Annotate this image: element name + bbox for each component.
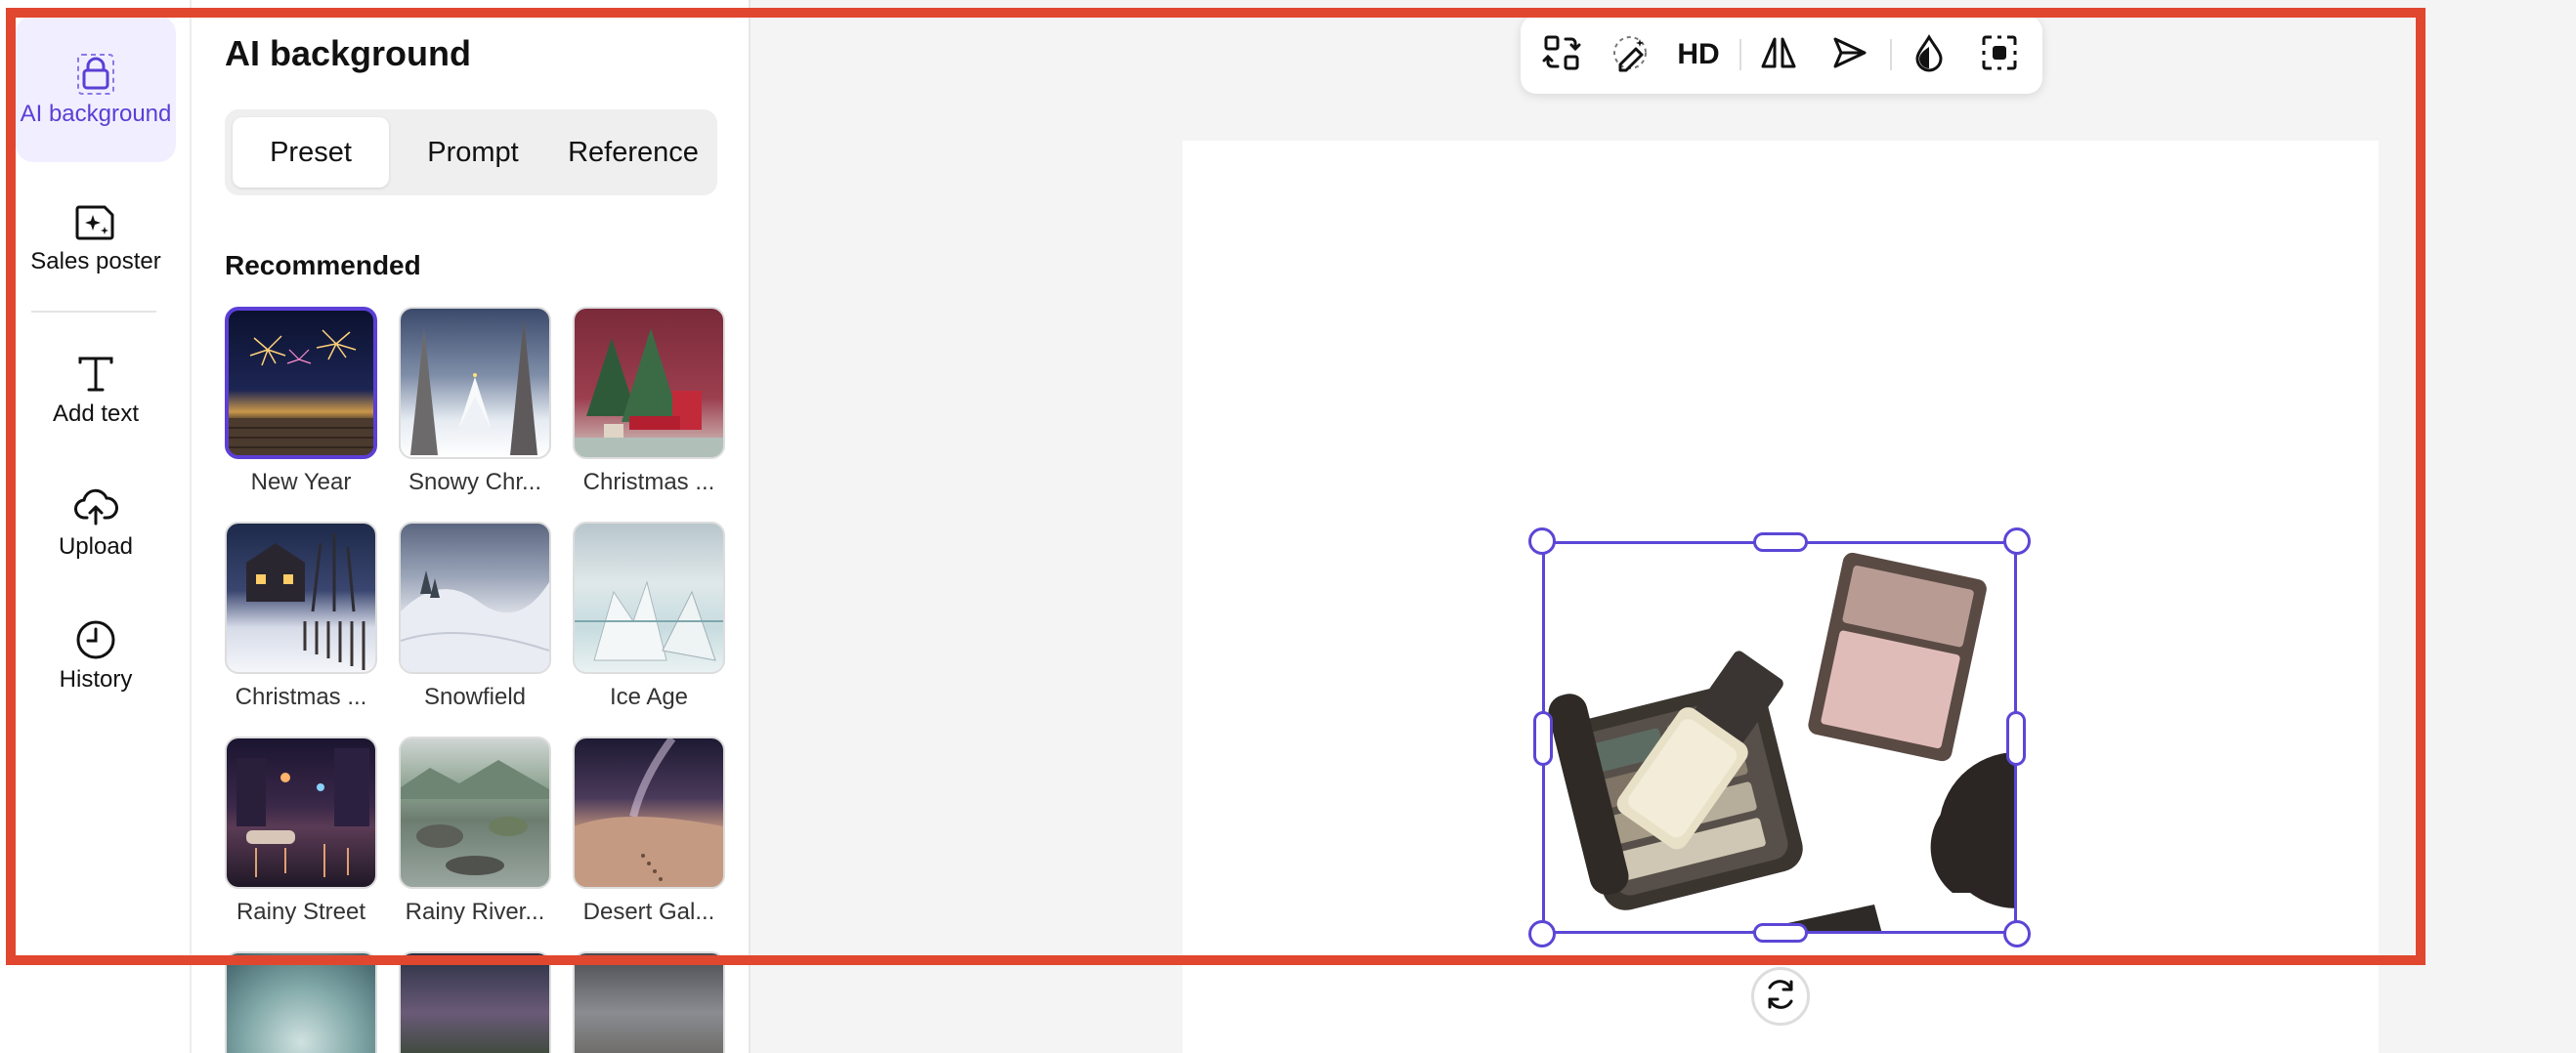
- swap-icon: [1542, 33, 1581, 77]
- send-button[interactable]: [1825, 31, 1872, 78]
- rail-item-label: Sales poster: [30, 248, 161, 274]
- mode-tabs: Preset Prompt Reference: [225, 109, 717, 195]
- rail-item-upload[interactable]: Upload: [16, 471, 176, 572]
- preset-thumbnail: [225, 737, 377, 889]
- toolbar-divider: [1890, 39, 1892, 70]
- flip-button[interactable]: [1755, 31, 1802, 78]
- resize-handle-top[interactable]: [1753, 532, 1808, 552]
- rotate-button[interactable]: [1751, 967, 1810, 1026]
- tab-prompt[interactable]: Prompt: [395, 117, 551, 188]
- preset-thumbnail: [573, 737, 725, 889]
- resize-handle-bottom-left[interactable]: [1528, 920, 1556, 948]
- resize-handle-top-left[interactable]: [1528, 527, 1556, 555]
- preset-christmas-1[interactable]: Christmas ...: [573, 307, 725, 496]
- magic-eraser-icon: [1610, 33, 1650, 77]
- rail-item-history[interactable]: History: [16, 604, 176, 705]
- tab-reference[interactable]: Reference: [553, 117, 713, 188]
- tab-preset[interactable]: Preset: [233, 117, 389, 188]
- rail-item-sales-poster[interactable]: Sales poster: [16, 186, 176, 287]
- shopping-bag-icon: [70, 49, 121, 100]
- rail-item-label: Add text: [52, 400, 140, 427]
- preset-christmas-2[interactable]: Christmas ...: [225, 522, 377, 711]
- preset-thumbnail: [399, 307, 551, 459]
- hd-icon: HD: [1677, 38, 1720, 70]
- preset-thumbnail: [399, 737, 551, 889]
- resize-handle-right[interactable]: [2006, 711, 2026, 766]
- rail-item-add-text[interactable]: Add text: [16, 338, 176, 440]
- preset-road-storm[interactable]: [573, 951, 725, 1053]
- preset-snowfield[interactable]: Snowfield: [399, 522, 551, 711]
- preset-rainy-street[interactable]: Rainy Street: [225, 737, 377, 926]
- rail-item-label: History: [59, 666, 133, 693]
- preset-thumbnail: [225, 522, 377, 674]
- rail-divider: [31, 311, 156, 313]
- preset-label: Ice Age: [609, 684, 689, 710]
- preset-desert-galaxy[interactable]: Desert Gal...: [573, 737, 725, 926]
- preset-thumbnail: [225, 307, 377, 459]
- left-rail: AI background Sales poster Add text Uplo…: [0, 0, 192, 1053]
- preset-rainy-river[interactable]: Rainy River...: [399, 737, 551, 926]
- preset-ice-age[interactable]: Ice Age: [573, 522, 725, 711]
- preset-thumbnail: [399, 951, 551, 1053]
- drop-button[interactable]: [1906, 31, 1953, 78]
- ai-background-panel: AI background Preset Prompt Reference Re…: [192, 0, 751, 1053]
- image-toolbar: HD: [1521, 16, 2042, 94]
- preset-snowy-christmas[interactable]: Snowy Chr...: [399, 307, 551, 496]
- preset-thumbnail: [573, 522, 725, 674]
- resize-handle-top-right[interactable]: [2003, 527, 2031, 555]
- focus-select-button[interactable]: [1976, 31, 2023, 78]
- rail-item-ai-background[interactable]: AI background: [16, 16, 176, 162]
- preset-new-year[interactable]: New Year: [225, 307, 377, 496]
- preset-mountain-lake[interactable]: [399, 951, 551, 1053]
- rotate-icon: [1762, 976, 1799, 1018]
- preset-thumbnail: [225, 951, 377, 1053]
- rail-item-label: Upload: [58, 533, 134, 560]
- resize-handle-bottom-right[interactable]: [2003, 920, 2031, 948]
- selection-box[interactable]: [1542, 541, 2017, 934]
- hd-button[interactable]: HD: [1667, 31, 1730, 78]
- preset-thumbnail: [399, 522, 551, 674]
- toolbar-divider: [1739, 39, 1741, 70]
- resize-handle-left[interactable]: [1533, 711, 1553, 766]
- preset-label: Snowy Chr...: [408, 469, 542, 495]
- magic-eraser-button[interactable]: [1607, 31, 1653, 78]
- preset-label: Christmas ...: [582, 469, 715, 495]
- text-icon: [70, 349, 121, 400]
- preset-label: Snowfield: [423, 684, 527, 710]
- drop-icon: [1910, 33, 1949, 77]
- preset-label: Desert Gal...: [582, 899, 715, 925]
- clock-icon: [70, 614, 121, 665]
- preset-label: Rainy Street: [236, 899, 366, 925]
- flip-icon: [1759, 33, 1798, 77]
- cloud-upload-icon: [70, 482, 121, 532]
- preset-label: New Year: [250, 469, 352, 495]
- focus-select-icon: [1980, 33, 2019, 77]
- send-icon: [1829, 33, 1868, 77]
- panel-title: AI background: [225, 33, 472, 73]
- rail-item-label: AI background: [20, 101, 172, 127]
- preset-thumbnail: [573, 951, 725, 1053]
- preset-label: Rainy River...: [405, 899, 545, 925]
- resize-handle-bottom[interactable]: [1753, 923, 1808, 943]
- preset-water-splash[interactable]: [225, 951, 377, 1053]
- preset-label: Christmas ...: [235, 684, 367, 710]
- swap-button[interactable]: [1538, 31, 1585, 78]
- section-recommended: Recommended: [225, 250, 421, 280]
- image-sparkle-icon: [70, 196, 121, 247]
- app: AI background Sales poster Add text Uplo…: [0, 0, 2576, 1053]
- preset-thumbnail: [573, 307, 725, 459]
